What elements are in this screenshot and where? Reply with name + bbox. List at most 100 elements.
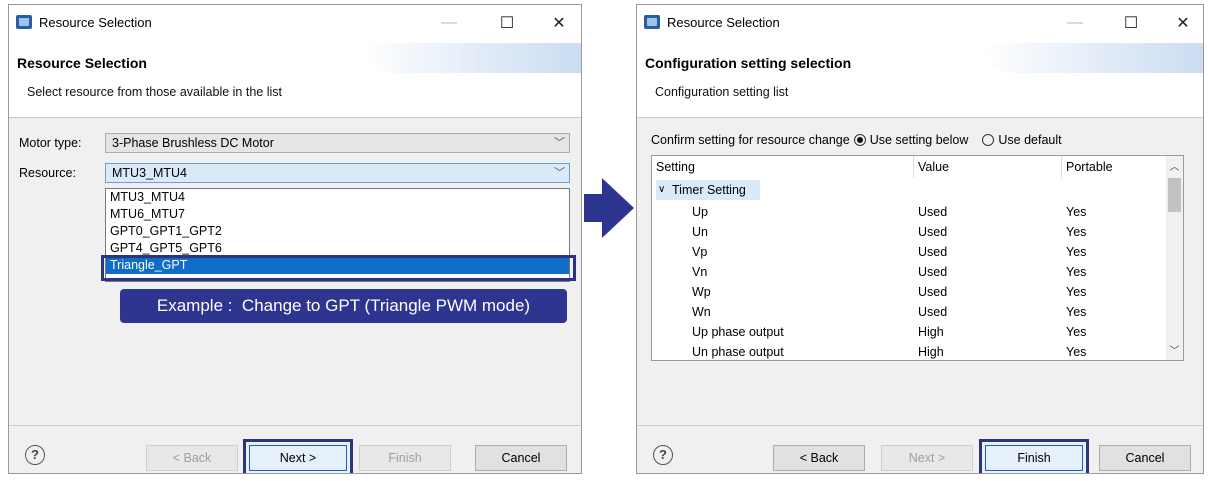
page-heading: Configuration setting selection (645, 55, 852, 71)
close-icon[interactable]: ✕ (1163, 9, 1203, 37)
wizard-banner: Configuration setting selection Configur… (637, 41, 1203, 118)
arrow-right-icon (584, 178, 634, 238)
confirm-setting-row: Confirm setting for resource change Use … (651, 133, 1062, 147)
motor-type-value: 3-Phase Brushless DC Motor (112, 136, 274, 150)
maximize-icon[interactable]: ☐ (1111, 9, 1151, 37)
column-header-portable[interactable]: Portable (1062, 156, 1180, 178)
resource-selection-dialog-right: Resource Selection — ☐ ✕ Configuration s… (636, 4, 1204, 474)
scroll-thumb[interactable] (1168, 178, 1181, 212)
app-icon (644, 15, 660, 29)
portable-cell: Yes (1066, 265, 1087, 279)
wizard-banner: Resource Selection Select resource from … (9, 41, 581, 118)
dropdown-item-mtu3-mtu4[interactable]: MTU3_MTU4 (106, 189, 569, 206)
page-subtitle: Select resource from those available in … (27, 85, 282, 99)
radio-use-default[interactable] (982, 134, 995, 146)
cancel-button[interactable]: Cancel (475, 445, 567, 471)
finish-button-label: Finish (388, 451, 422, 465)
window-title: Resource Selection (667, 15, 780, 30)
radio-use-setting-below[interactable] (853, 134, 866, 146)
value-cell: Used (918, 265, 948, 279)
back-button[interactable]: < Back (146, 445, 238, 471)
table-row[interactable]: Up Used Yes (652, 202, 1172, 222)
setting-cell: Up (692, 205, 708, 219)
table-row[interactable]: Vn Used Yes (652, 262, 1172, 282)
table-header: Setting Value Portable (652, 156, 1182, 178)
portable-cell: Yes (1066, 245, 1087, 259)
highlight-triangle-gpt (101, 255, 576, 281)
banner-decoration (361, 43, 581, 73)
portable-cell: Yes (1066, 205, 1087, 219)
column-header-value[interactable]: Value (914, 156, 1062, 178)
table-row[interactable]: Wn Used Yes (652, 302, 1172, 322)
motor-type-label: Motor type: (19, 136, 82, 150)
table-row[interactable]: Un Used Yes (652, 222, 1172, 242)
example-callout: Example : Change to GPT (Triangle PWM mo… (120, 289, 567, 323)
value-cell: Used (918, 225, 948, 239)
column-header-setting[interactable]: Setting (652, 156, 914, 178)
setting-cell: Vp (692, 245, 708, 259)
app-icon (16, 15, 32, 29)
next-button[interactable]: Next > (881, 445, 973, 471)
highlight-next-button (243, 439, 353, 473)
finish-button[interactable]: Finish (359, 445, 451, 471)
value-cell: Used (918, 245, 948, 259)
radio-use-setting-below-label[interactable]: Use setting below (870, 133, 969, 147)
back-button[interactable]: < Back (773, 445, 865, 471)
table-row[interactable]: Up phase output High Yes (652, 322, 1172, 342)
portable-cell: Yes (1066, 225, 1087, 239)
settings-table: Setting Value Portable ∨ Timer Setting U… (651, 155, 1184, 361)
cancel-button-label: Cancel (1125, 451, 1165, 465)
value-cell: Used (918, 305, 948, 319)
minimize-icon[interactable]: — (429, 9, 469, 37)
title-bar: Resource Selection — ☐ ✕ (637, 5, 1203, 41)
back-button-label: < Back (799, 451, 839, 465)
value-cell: Used (918, 205, 948, 219)
portable-cell: Yes (1066, 325, 1087, 339)
minimize-icon[interactable]: — (1055, 9, 1095, 37)
dropdown-item-gpt0-gpt1-gpt2[interactable]: GPT0_GPT1_GPT2 (106, 223, 569, 240)
motor-type-combo[interactable]: 3-Phase Brushless DC Motor ﹀ (105, 133, 570, 153)
setting-cell: Un phase output (692, 345, 784, 359)
resource-value: MTU3_MTU4 (112, 166, 188, 180)
page-heading: Resource Selection (17, 55, 147, 71)
table-row[interactable]: Wp Used Yes (652, 282, 1172, 302)
help-icon[interactable]: ? (25, 445, 45, 465)
scroll-down-icon[interactable]: ﹀ (1166, 342, 1183, 359)
group-label: Timer Setting (672, 183, 746, 197)
table-group-row[interactable]: ∨ Timer Setting (652, 180, 1172, 200)
chevron-down-icon: ﹀ (554, 137, 565, 149)
portable-cell: Yes (1066, 345, 1087, 359)
resource-selection-dialog-left: Resource Selection — ☐ ✕ Resource Select… (8, 4, 582, 474)
banner-decoration (983, 43, 1203, 73)
table-row[interactable]: Vp Used Yes (652, 242, 1172, 262)
help-icon[interactable]: ? (653, 445, 673, 465)
resource-combo[interactable]: MTU3_MTU4 ﹀ (105, 163, 570, 183)
table-row[interactable]: Un phase output High Yes (652, 342, 1172, 360)
maximize-icon[interactable]: ☐ (487, 9, 527, 37)
back-button-label: < Back (172, 451, 212, 465)
footer-divider (637, 425, 1203, 426)
vertical-scrollbar[interactable]: ︿ ﹀ (1166, 156, 1183, 360)
setting-cell: Un (692, 225, 708, 239)
value-cell: Used (918, 285, 948, 299)
radio-use-default-label[interactable]: Use default (998, 133, 1061, 147)
setting-cell: Up phase output (692, 325, 784, 339)
close-icon[interactable]: ✕ (539, 9, 579, 37)
scroll-up-icon[interactable]: ︿ (1166, 158, 1183, 175)
resource-label: Resource: (19, 166, 76, 180)
page-subtitle: Configuration setting list (655, 85, 789, 99)
cancel-button-label: Cancel (501, 451, 541, 465)
portable-cell: Yes (1066, 285, 1087, 299)
highlight-finish-button (979, 439, 1089, 473)
setting-cell: Wn (692, 305, 711, 319)
dropdown-item-mtu6-mtu7[interactable]: MTU6_MTU7 (106, 206, 569, 223)
cancel-button[interactable]: Cancel (1099, 445, 1191, 471)
setting-cell: Vn (692, 265, 708, 279)
confirm-setting-label: Confirm setting for resource change (651, 133, 850, 147)
chevron-down-icon[interactable]: ∨ (658, 180, 665, 200)
setting-cell: Wp (692, 285, 711, 299)
footer-divider (9, 425, 581, 426)
window-title: Resource Selection (39, 15, 152, 30)
value-cell: High (918, 345, 944, 359)
title-bar: Resource Selection — ☐ ✕ (9, 5, 581, 41)
